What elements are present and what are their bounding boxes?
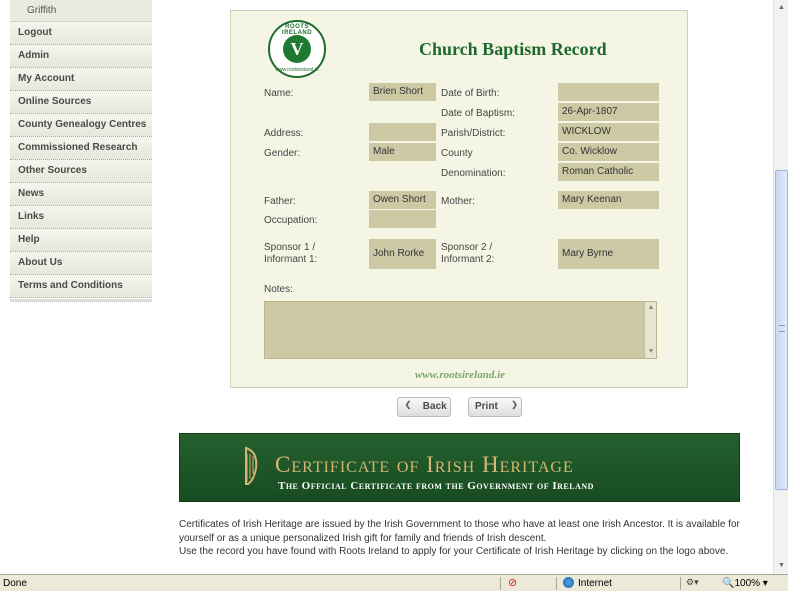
sidebar-nav: Griffith Logout Admin My Account Online …: [10, 0, 152, 300]
record-title: Church Baptism Record: [419, 39, 607, 59]
page-scrollbar[interactable]: ▲ ▼: [773, 0, 788, 574]
baptism-record-panel: ROOTS IRELAND V www.rootsireland.ie Chur…: [230, 10, 688, 388]
popup-blocked-icon[interactable]: ⊘: [508, 577, 520, 589]
internet-zone-icon: [563, 577, 574, 588]
father-value: Owen Short: [369, 191, 436, 209]
security-zone-label: Internet: [578, 578, 612, 589]
sidebar-item-help[interactable]: Help: [10, 229, 152, 252]
certificate-text-1: Certificates of Irish Heritage are issue…: [179, 519, 740, 544]
certificate-description: Certificates of Irish Heritage are issue…: [179, 518, 744, 559]
chevron-left-icon: ❮: [404, 400, 412, 410]
certificate-of-irish-heritage-banner[interactable]: Certificate of Irish Heritage The Offici…: [179, 433, 740, 502]
occupation-label: Occupation:: [264, 215, 318, 226]
back-button[interactable]: ❮ Back: [397, 397, 451, 417]
sidebar-item-my-account[interactable]: My Account: [10, 68, 152, 91]
notes-field[interactable]: ▲ ▼: [264, 301, 657, 359]
baptism-date-label: Date of Baptism:: [441, 108, 515, 119]
browser-status-bar: Done ⊘ Internet ⚙▾ 🔍100% ▾: [0, 574, 788, 591]
scroll-up-arrow-icon[interactable]: ▲: [776, 2, 787, 13]
name-label: Name:: [264, 88, 294, 99]
sponsor2-value: Mary Byrne: [558, 239, 659, 269]
scroll-down-icon[interactable]: ▼: [647, 348, 655, 356]
name-value: Brien Short: [369, 83, 436, 101]
certificate-title: Certificate of Irish Heritage: [275, 452, 574, 477]
parish-value: WICKLOW: [558, 123, 659, 141]
harp-emblem-icon: V: [283, 35, 311, 63]
county-label: County: [441, 148, 473, 159]
sidebar-item-online-sources[interactable]: Online Sources: [10, 91, 152, 114]
denomination-value: Roman Catholic: [558, 163, 659, 181]
sponsor2-label: Sponsor 2 /Informant 2:: [441, 242, 494, 266]
sponsor1-value: John Rorke: [369, 239, 436, 269]
zoom-value: 100%: [734, 578, 761, 589]
sidebar-item-terms-and-conditions[interactable]: Terms and Conditions: [10, 275, 152, 298]
sponsor1-label: Sponsor 1 /Informant 1:: [264, 242, 317, 266]
sidebar-item-news[interactable]: News: [10, 183, 152, 206]
gender-label: Gender:: [264, 148, 301, 159]
status-divider: [680, 577, 681, 590]
scroll-up-icon[interactable]: ▲: [647, 304, 655, 312]
sidebar-item-other-sources[interactable]: Other Sources: [10, 160, 152, 183]
certificate-subtitle: The Official Certificate from the Govern…: [278, 480, 594, 492]
address-label: Address:: [264, 128, 304, 139]
dob-label: Date of Birth:: [441, 88, 500, 99]
status-divider: [500, 577, 501, 590]
certificate-text-2: Use the record you have found with Roots…: [179, 546, 729, 557]
baptism-date-value: 26-Apr-1807: [558, 103, 659, 121]
sidebar-item-commissioned-research[interactable]: Commissioned Research: [10, 137, 152, 160]
notes-label: Notes:: [264, 284, 293, 295]
gender-value: Male: [369, 143, 436, 161]
sponsor2-label-line2: Informant 2:: [441, 254, 495, 265]
logo-bottom-text: www.rootsireland.ie: [275, 67, 319, 73]
notes-scrollbar[interactable]: ▲ ▼: [644, 302, 656, 358]
roots-ireland-logo: ROOTS IRELAND V www.rootsireland.ie: [268, 20, 326, 78]
sponsor2-label-line1: Sponsor 2 /: [441, 242, 493, 253]
address-value: [369, 123, 436, 141]
scrollbar-thumb[interactable]: [775, 170, 788, 490]
status-divider: [556, 577, 557, 590]
back-button-label: Back: [422, 401, 447, 412]
sidebar-bottom-edge: [10, 299, 152, 302]
father-label: Father:: [264, 196, 296, 207]
occupation-value: [369, 210, 436, 228]
record-footer-url[interactable]: www.rootsireland.ie: [231, 369, 689, 381]
county-value: Co. Wicklow: [558, 143, 659, 161]
scrollbar-grip: [779, 325, 785, 332]
sidebar-item-county-genealogy-centres[interactable]: County Genealogy Centres: [10, 114, 152, 137]
mother-value: Mary Keenan: [558, 191, 659, 209]
sidebar-item-admin[interactable]: Admin: [10, 45, 152, 68]
sidebar-item-links[interactable]: Links: [10, 206, 152, 229]
sidebar-item-about-us[interactable]: About Us: [10, 252, 152, 275]
protected-mode-icon[interactable]: ⚙▾: [686, 577, 699, 588]
harp-icon: [245, 446, 258, 485]
mother-label: Mother:: [441, 196, 475, 207]
dob-value: [558, 83, 659, 101]
print-button[interactable]: Print ❯: [468, 397, 522, 417]
sponsor1-label-line2: Informant 1:: [264, 254, 318, 265]
denomination-label: Denomination:: [441, 168, 506, 179]
sidebar-item-griffith[interactable]: Griffith: [10, 0, 152, 22]
parish-label: Parish/District:: [441, 128, 506, 139]
sidebar-item-logout[interactable]: Logout: [10, 22, 152, 45]
sponsor1-label-line1: Sponsor 1 /: [264, 242, 316, 253]
chevron-right-icon: ❯: [511, 400, 518, 410]
print-button-label: Print: [475, 401, 498, 412]
scroll-down-arrow-icon[interactable]: ▼: [776, 560, 787, 571]
zoom-level[interactable]: 🔍100% ▾: [722, 578, 768, 589]
status-text: Done: [3, 578, 27, 589]
